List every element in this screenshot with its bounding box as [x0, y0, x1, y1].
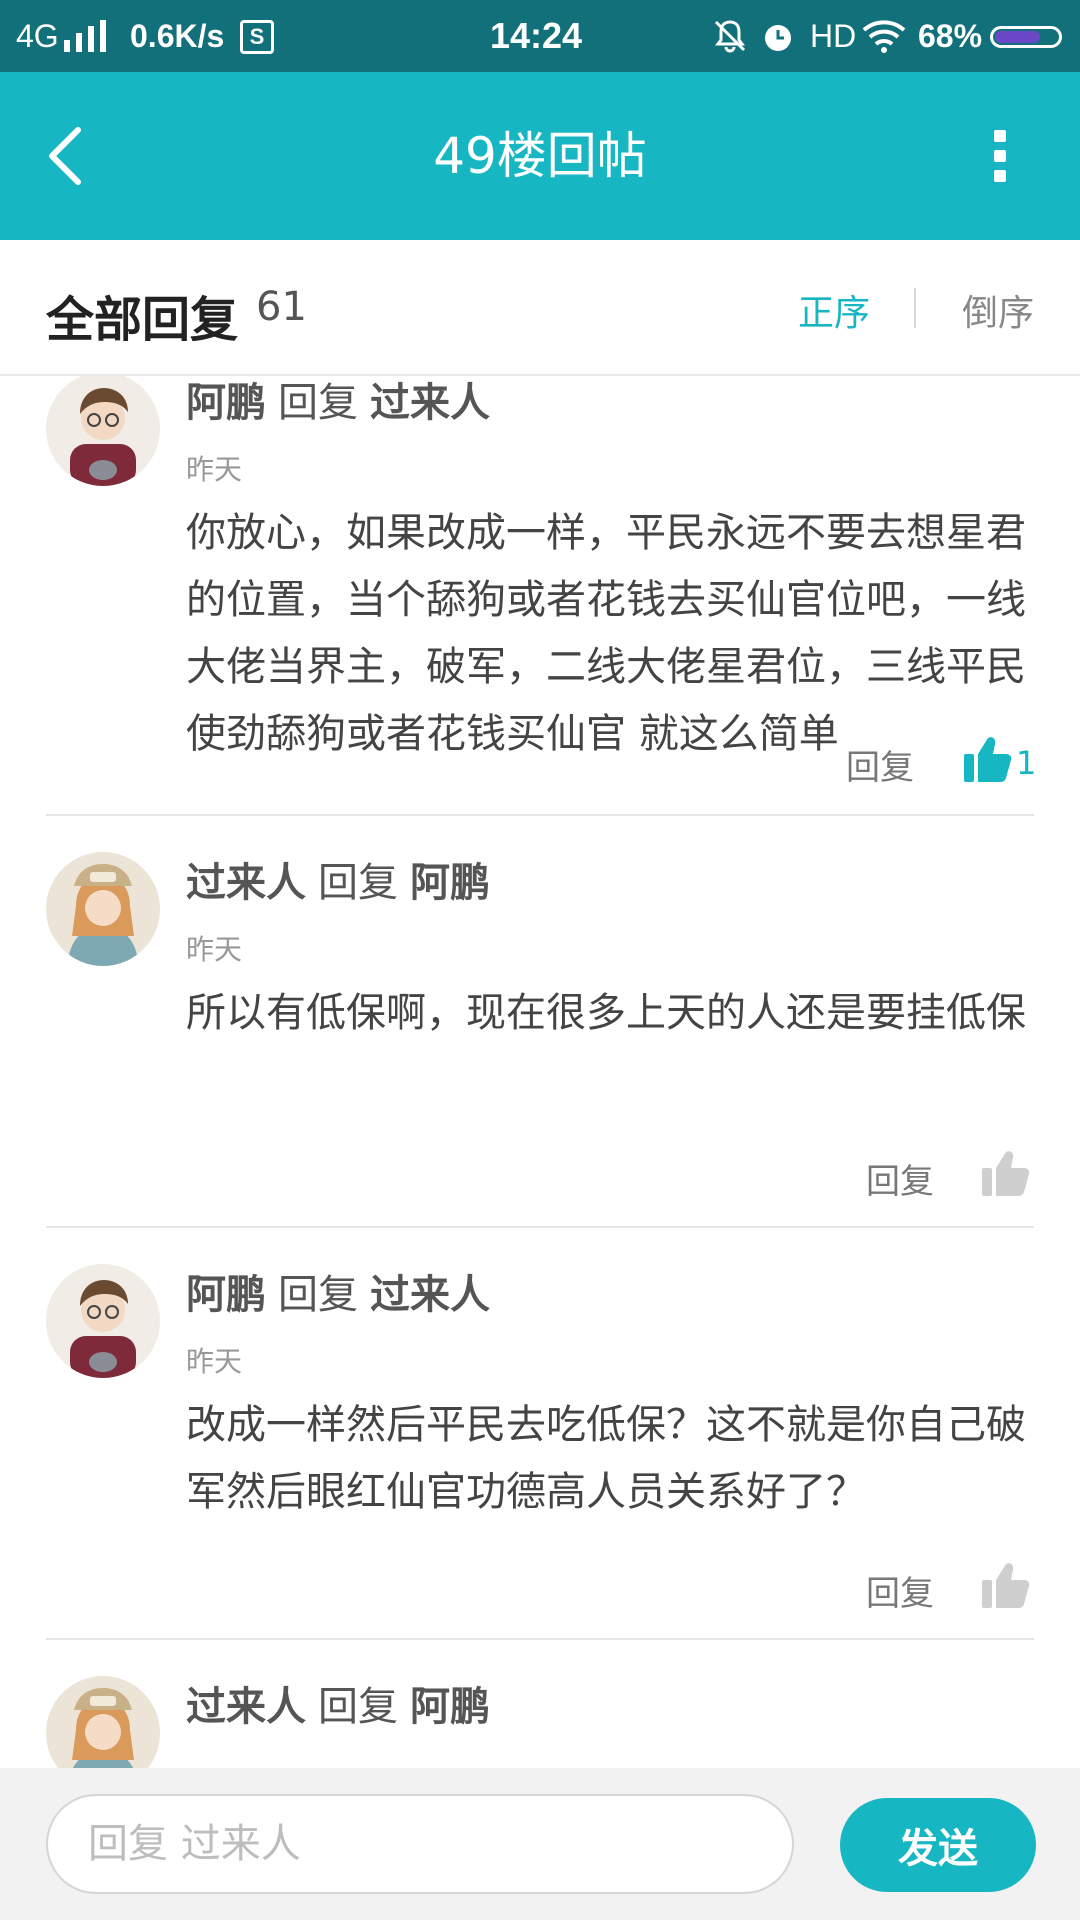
reply-button[interactable]: 回复: [846, 740, 914, 789]
author-name[interactable]: 过来人: [186, 1684, 306, 1730]
bell-muted-icon: [714, 20, 746, 53]
reply-target[interactable]: 阿鹏: [410, 860, 490, 906]
page-title: 49楼回帖: [433, 127, 647, 185]
reply-target[interactable]: 阿鹏: [410, 1684, 490, 1730]
avatar[interactable]: [46, 852, 160, 966]
reply-target[interactable]: 过来人: [370, 380, 490, 426]
clock: 14:24: [490, 15, 583, 56]
reply-item: 过来人 回复 阿鹏 昨天 所以有低保啊，现在很多上天的人还是要挂低保 回复: [0, 816, 1080, 1228]
battery-percent: 68%: [918, 18, 983, 54]
alarm-icon: [765, 25, 791, 51]
signal-icon: [64, 20, 106, 52]
reply-verb: 回复: [278, 380, 358, 426]
reply-button[interactable]: 回复: [866, 1154, 934, 1203]
author-line: 过来人 回复 阿鹏: [186, 850, 490, 908]
like-count: 1: [1016, 744, 1037, 782]
network-type: 4G: [16, 18, 59, 54]
avatar-girl-image: [46, 852, 160, 966]
author-line: 过来人 回复 阿鹏: [186, 1674, 490, 1732]
thumbs-up-icon[interactable]: [962, 734, 1012, 784]
sort-divider: [914, 288, 916, 328]
author-name[interactable]: 过来人: [186, 860, 306, 906]
more-vertical-icon[interactable]: [980, 128, 1020, 184]
reply-verb: 回复: [318, 1684, 398, 1730]
send-button[interactable]: 发送: [840, 1798, 1036, 1892]
sort-ascending-tab[interactable]: 正序: [798, 284, 870, 336]
avatar-girl-image: [46, 1676, 160, 1768]
reply-item: 阿鹏 回复 过来人 昨天 你放心，如果改成一样，平民永远不要去想星君的位置，当个舔狗…: [0, 376, 1080, 816]
battery-icon: [990, 26, 1062, 48]
sort-descending-tab[interactable]: 倒序: [962, 284, 1034, 336]
replies-header: 全部回复 61 正序 倒序: [0, 240, 1080, 376]
hd-indicator: HD: [810, 18, 857, 54]
avatar-boy-image: [46, 376, 160, 486]
reply-list-viewport[interactable]: 阿鹏 回复 过来人 昨天 你放心，如果改成一样，平民永远不要去想星君的位置，当个舔狗…: [0, 376, 1080, 1768]
reply-time: 昨天: [186, 453, 243, 486]
wifi-icon: [862, 20, 906, 53]
status-bar: 4G 0.6K/s S 14:24 HD 68%: [0, 0, 1080, 72]
reply-verb: 回复: [278, 1272, 358, 1318]
reply-target[interactable]: 过来人: [370, 1272, 490, 1318]
battery-level: [995, 31, 1040, 43]
avatar[interactable]: [46, 1676, 160, 1768]
reply-body: 所以有低保啊，现在很多上天的人还是要挂低保: [186, 990, 1026, 1036]
replies-count: 61: [256, 284, 307, 330]
network-speed: 0.6K/s: [130, 18, 225, 54]
reply-input[interactable]: [46, 1794, 794, 1894]
thumbs-up-icon[interactable]: [980, 1148, 1030, 1198]
avatar[interactable]: [46, 376, 160, 486]
reply-composer: 发送: [0, 1768, 1080, 1920]
reply-item: 过来人 回复 阿鹏: [0, 1640, 1080, 1768]
author-name[interactable]: 阿鹏: [186, 380, 266, 426]
reply-verb: 回复: [318, 860, 398, 906]
reply-button[interactable]: 回复: [866, 1566, 934, 1615]
author-line: 阿鹏 回复 过来人: [186, 376, 490, 428]
reply-time: 昨天: [186, 933, 243, 966]
reply-time: 昨天: [186, 1345, 243, 1378]
author-name[interactable]: 阿鹏: [186, 1272, 266, 1318]
author-line: 阿鹏 回复 过来人: [186, 1262, 490, 1320]
reply-body: 你放心，如果改成一样，平民永远不要去想星君的位置，当个舔狗或者花钱去买仙官位吧，…: [186, 510, 1026, 757]
sim-icon: S: [240, 20, 274, 54]
reply-list: 阿鹏 回复 过来人 昨天 你放心，如果改成一样，平民永远不要去想星君的位置，当个舔狗…: [0, 376, 1080, 1768]
reply-body: 改成一样然后平民去吃低保？这不就是你自己破军然后眼红仙官功德高人员关系好了？: [186, 1402, 1026, 1515]
app-bar: 49楼回帖: [0, 72, 1080, 240]
avatar[interactable]: [46, 1264, 160, 1378]
avatar-boy-image: [46, 1264, 160, 1378]
thumbs-up-icon[interactable]: [980, 1560, 1030, 1610]
reply-item: 阿鹏 回复 过来人 昨天 改成一样然后平民去吃低保？这不就是你自己破军然后眼红仙官功…: [0, 1228, 1080, 1640]
replies-title: 全部回复: [46, 292, 239, 348]
